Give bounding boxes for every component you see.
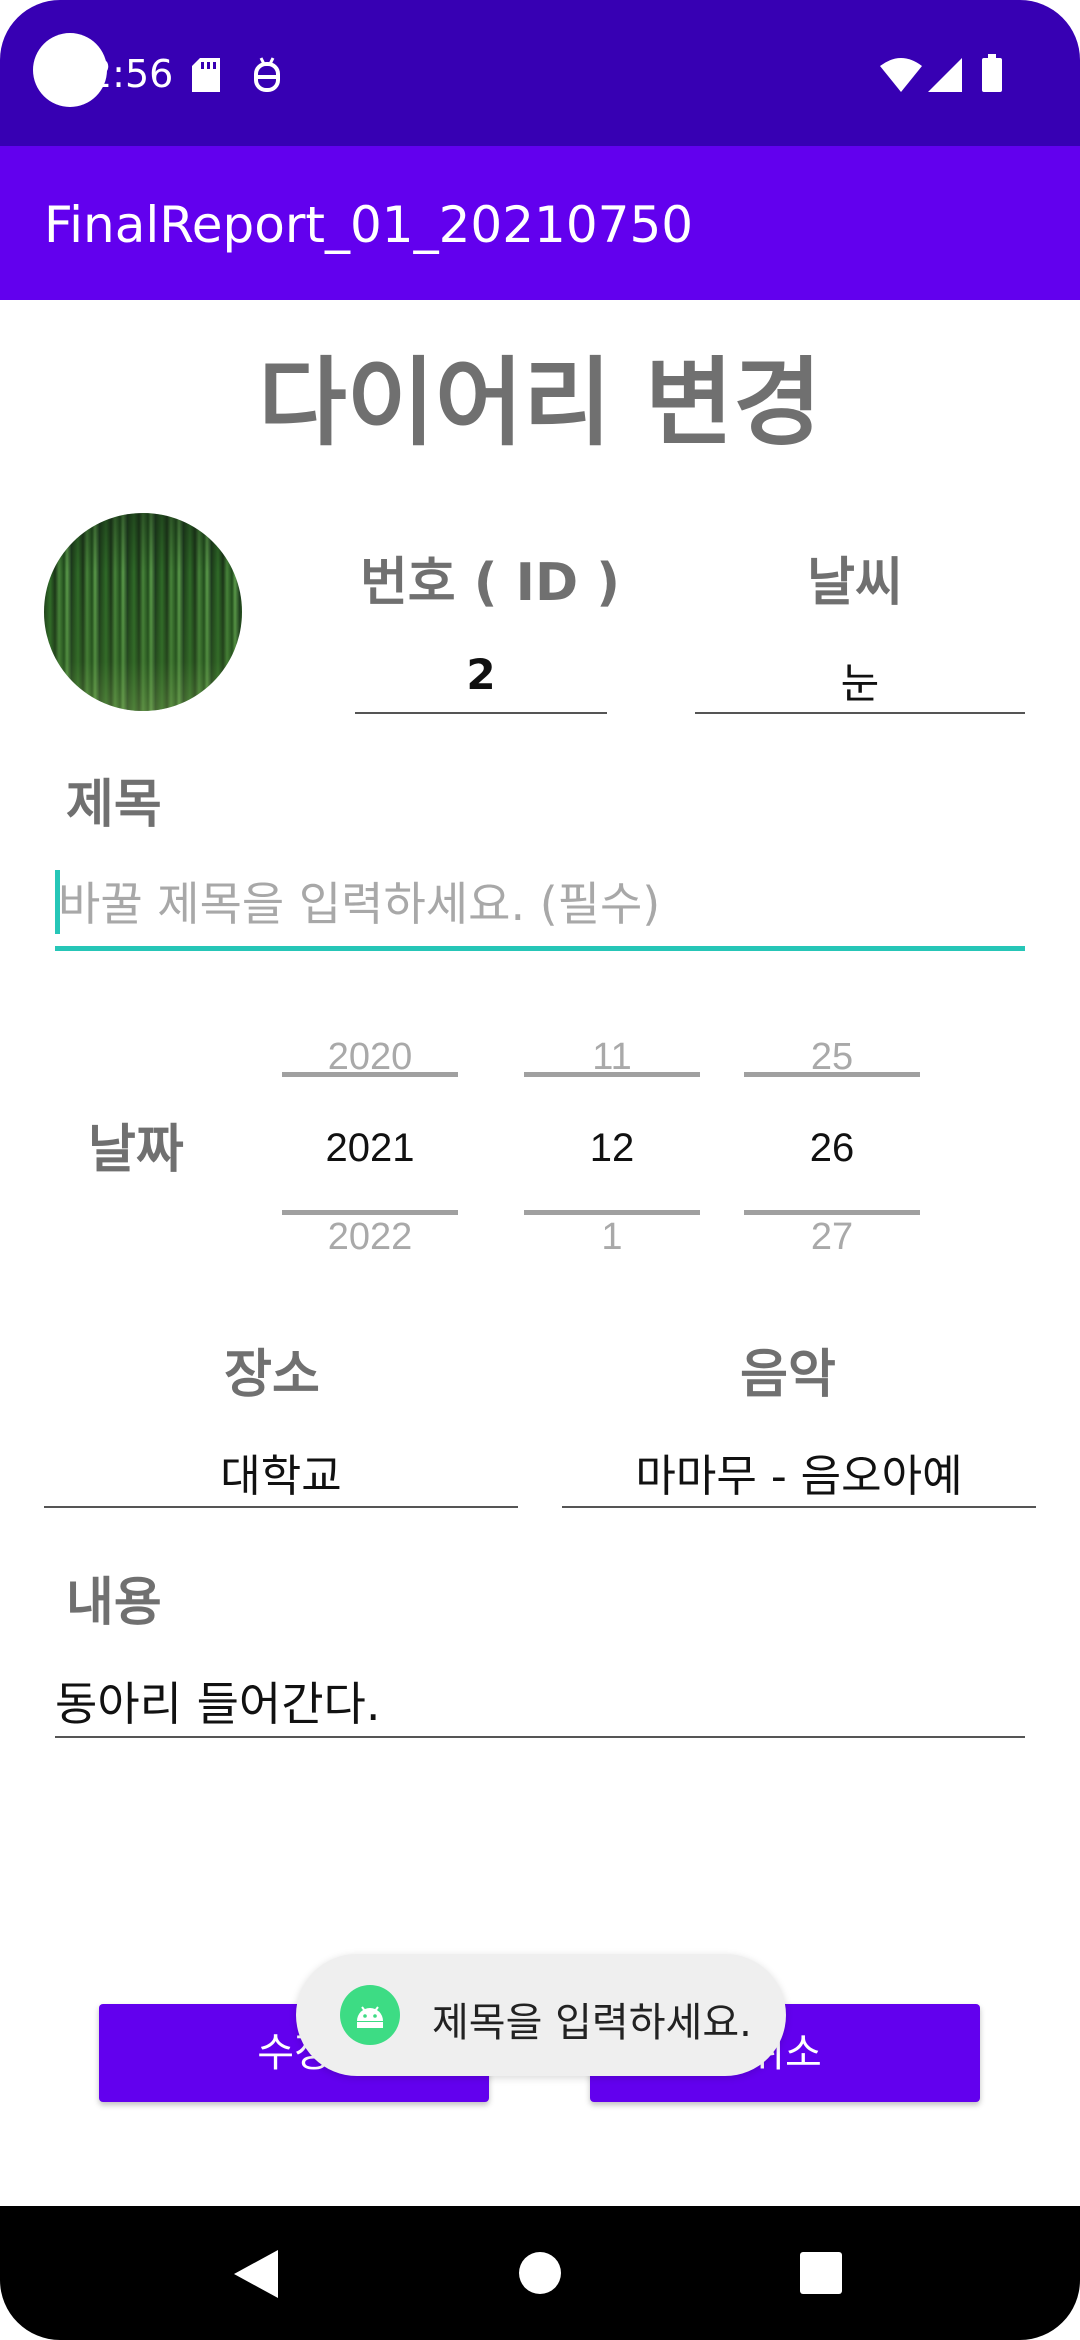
sd-card-icon (192, 58, 220, 96)
day-picker[interactable]: 25 26 27 (744, 1030, 920, 1260)
music-label: 음악 (740, 1345, 836, 1405)
year-picker[interactable]: 2020 2021 2022 (282, 1030, 458, 1260)
year-next[interactable]: 2022 (282, 1216, 458, 1259)
title-label: 제목 (66, 775, 162, 835)
diary-image[interactable] (44, 513, 242, 711)
content-label: 내용 (66, 1573, 162, 1633)
home-icon[interactable] (518, 2251, 562, 2299)
content-input[interactable]: 동아리 들어간다. (55, 1668, 1025, 1738)
year-selected[interactable]: 2021 (282, 1126, 458, 1171)
title-input[interactable] (58, 872, 1018, 936)
back-icon[interactable] (234, 2250, 278, 2302)
day-next[interactable]: 27 (744, 1216, 920, 1259)
music-input[interactable]: 마마무 - 음오아예 (562, 1440, 1036, 1508)
place-label: 장소 (224, 1345, 320, 1405)
month-next[interactable]: 1 (524, 1216, 700, 1259)
weather-label: 날씨 (807, 553, 903, 613)
month-picker[interactable]: 11 12 1 (524, 1030, 700, 1260)
android-icon (340, 1985, 400, 2045)
page-title: 다이어리 변경 (258, 347, 822, 459)
day-divider-top (744, 1072, 920, 1077)
place-input[interactable]: 대학교 (44, 1440, 518, 1508)
app-title: FinalReport_01_20210750 (44, 196, 694, 254)
debug-icon (252, 56, 282, 98)
signal-icon (928, 58, 962, 96)
month-divider-bottom (524, 1210, 700, 1215)
wifi-icon (880, 58, 922, 96)
year-divider-bottom (282, 1210, 458, 1215)
date-label: 날짜 (88, 1120, 184, 1180)
month-selected[interactable]: 12 (524, 1126, 700, 1171)
year-divider-top (282, 1072, 458, 1077)
toast-message: 제목을 입력하세요. (432, 2000, 752, 2046)
camera-cutout (33, 33, 107, 107)
id-label: 번호 ( ID ) (359, 553, 621, 613)
recents-icon[interactable] (800, 2252, 842, 2298)
day-selected[interactable]: 26 (744, 1126, 920, 1171)
battery-icon (982, 54, 1002, 96)
id-value: 2 (355, 650, 607, 714)
day-divider-bottom (744, 1210, 920, 1215)
weather-input[interactable]: 눈 (695, 650, 1025, 714)
month-divider-top (524, 1072, 700, 1077)
